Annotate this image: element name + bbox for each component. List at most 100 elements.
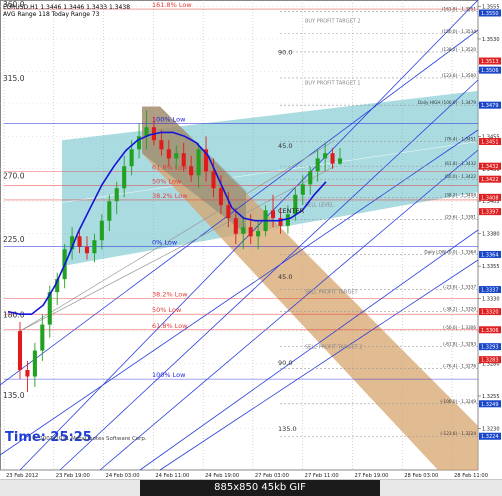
candle-body <box>300 184 305 195</box>
right-fib-label: (-23.6) - 1.3337 <box>443 285 476 290</box>
fib-level-label: 0% Low <box>152 239 178 247</box>
price-tag-label: 1.3306 <box>481 328 499 334</box>
right-fib-label: (38.2) - 1.3408 <box>445 192 477 197</box>
chart-header-line1: EURUSD,H1 1.3446 1.3446 1.3433 1.3438 <box>3 4 130 11</box>
fib-level-label: 100% Low <box>152 371 186 379</box>
right-fib-label: (-38.2) - 1.3320 <box>443 307 476 312</box>
chart-labels: CENTER <box>278 207 305 215</box>
candle-body <box>285 214 290 226</box>
candle-body <box>174 153 179 159</box>
candle-body <box>308 171 313 185</box>
candle-body <box>211 171 216 189</box>
right-fib-label: (-123.6) - 1.3224 <box>440 431 476 436</box>
candle-body <box>159 140 164 150</box>
price-tick-label: 1.3355 <box>482 264 500 270</box>
right-fib-label: (61.8) - 1.3432 <box>445 161 477 166</box>
right-fib-label: (50.0) - 1.3422 <box>445 174 477 179</box>
right-fib-label: (138.2) - 1.3520 <box>442 47 476 52</box>
candle-body <box>337 158 343 164</box>
candle-body <box>241 227 246 234</box>
price-tick-label: 1.3330 <box>482 297 500 303</box>
target-label: SELL PROFIT TARGET 2 <box>305 344 362 350</box>
candle-body <box>226 205 231 219</box>
price-tag-label: 1.3320 <box>481 310 499 316</box>
gann-angle-label: 315.0 <box>3 74 25 83</box>
price-tick-label: 1.3530 <box>482 37 500 43</box>
price-tag-label: 1.3283 <box>481 358 499 364</box>
gann-angle-label: 270.0 <box>3 171 25 180</box>
candle-body <box>181 153 186 167</box>
image-size-caption: 885x850 45kb GIF <box>140 480 380 496</box>
candle-body <box>315 158 320 172</box>
fib-level-label: 161.8% Low <box>152 1 192 9</box>
candle-body <box>32 350 37 377</box>
price-tag-label: 1.3432 <box>481 164 499 170</box>
price-tag-label: 1.3479 <box>481 103 499 109</box>
candle-body <box>40 324 45 351</box>
right-fib-label: (123.6) - 1.3500 <box>442 73 476 78</box>
mid-angle-label: 90.0 <box>278 49 292 57</box>
fib-level-label: 38.2% Low <box>152 192 188 200</box>
gann-angle-label: 225.0 <box>3 235 25 244</box>
candle-body <box>256 231 261 237</box>
price-tick-label: 1.3255 <box>482 394 500 400</box>
copyright-text: © 2001-2011 MetaQuotes Software Corp. <box>32 435 147 442</box>
fib-level-label: 50% Low <box>152 178 182 186</box>
price-tag-label: 1.3451 <box>481 140 499 146</box>
price-tag-label: 1.3249 <box>481 402 499 408</box>
price-tick-label: 1.3230 <box>482 426 500 432</box>
candle-body <box>218 188 223 206</box>
candle-body <box>129 149 134 167</box>
right-fib-label: (-76.4) - 1.3276 <box>443 364 476 369</box>
candle-body <box>114 188 119 202</box>
price-tag-label: 1.3337 <box>481 288 499 294</box>
fib-level-label: 61.8% Low <box>152 322 188 330</box>
target-label: SELL LEVEL <box>305 203 334 209</box>
price-tag-label: 1.3364 <box>481 252 499 258</box>
fib-level-label: 38.2% Low <box>152 291 188 299</box>
price-tag-label: 1.3513 <box>481 59 499 65</box>
candle-body <box>107 201 112 221</box>
candle-body <box>330 153 335 164</box>
price-tick-label: 1.3380 <box>482 232 500 238</box>
right-fib-label: (-61.8) - 1.3293 <box>443 342 476 347</box>
candle-body <box>189 166 194 176</box>
price-tag-label: 1.3506 <box>481 68 499 74</box>
candle-body <box>84 246 90 254</box>
candle-body <box>323 153 328 159</box>
fib-level-label: 50% Low <box>152 306 182 314</box>
mid-angle-label: 135.0 <box>278 425 297 433</box>
right-fib-label: Daily HIGH (100.0) - 1.3479 <box>418 100 476 105</box>
image-footer: 885x850 45kb GIF <box>0 479 502 496</box>
gann-angle-label: 135.0 <box>3 391 25 400</box>
candle-body <box>99 220 104 241</box>
target-label: BUY PROFIT TARGET 2 <box>305 18 361 24</box>
candle-body <box>166 149 171 159</box>
candle-body <box>233 218 238 234</box>
price-tag-label: 1.3550 <box>481 11 499 17</box>
price-chart: (161.8) - 1.3551(150.0) - 1.3534(138.2) … <box>0 0 502 495</box>
candle-body <box>92 240 97 254</box>
mid-angle-label: 45.0 <box>278 273 292 281</box>
mid-angle-label: 90.0 <box>278 359 292 367</box>
right-fib-label: (150.0) - 1.3534 <box>442 29 476 34</box>
right-fib-label: (-100.0) - 1.3249 <box>440 399 476 404</box>
target-label: SELL PROFIT TARGET <box>305 290 359 296</box>
candle-body <box>196 149 201 176</box>
candle-body <box>248 227 253 237</box>
candle-body <box>122 166 127 189</box>
center-label: CENTER <box>278 207 305 215</box>
fib-level-label: 100% Low <box>152 115 186 123</box>
right-fib-label: (23.6) - 1.3391 <box>445 214 477 219</box>
price-tag-label: 1.3293 <box>481 345 499 351</box>
chart-header-line2: AVG Range 118 Today Range 73 <box>3 11 100 18</box>
right-fib-label: (76.4) - 1.3451 <box>445 137 477 142</box>
price-tag-label: 1.3224 <box>481 434 499 440</box>
candle-body <box>17 331 23 371</box>
candle-body <box>270 210 276 219</box>
right-fib-label: Daily LOW (0.0) - 1.3364 <box>424 249 476 254</box>
price-tag-label: 1.3397 <box>481 210 499 216</box>
target-label: BUY PROFIT TARGET 1 <box>305 81 361 87</box>
candle-body <box>77 236 82 247</box>
right-fib-label: (-50.0) - 1.3306 <box>443 325 476 330</box>
